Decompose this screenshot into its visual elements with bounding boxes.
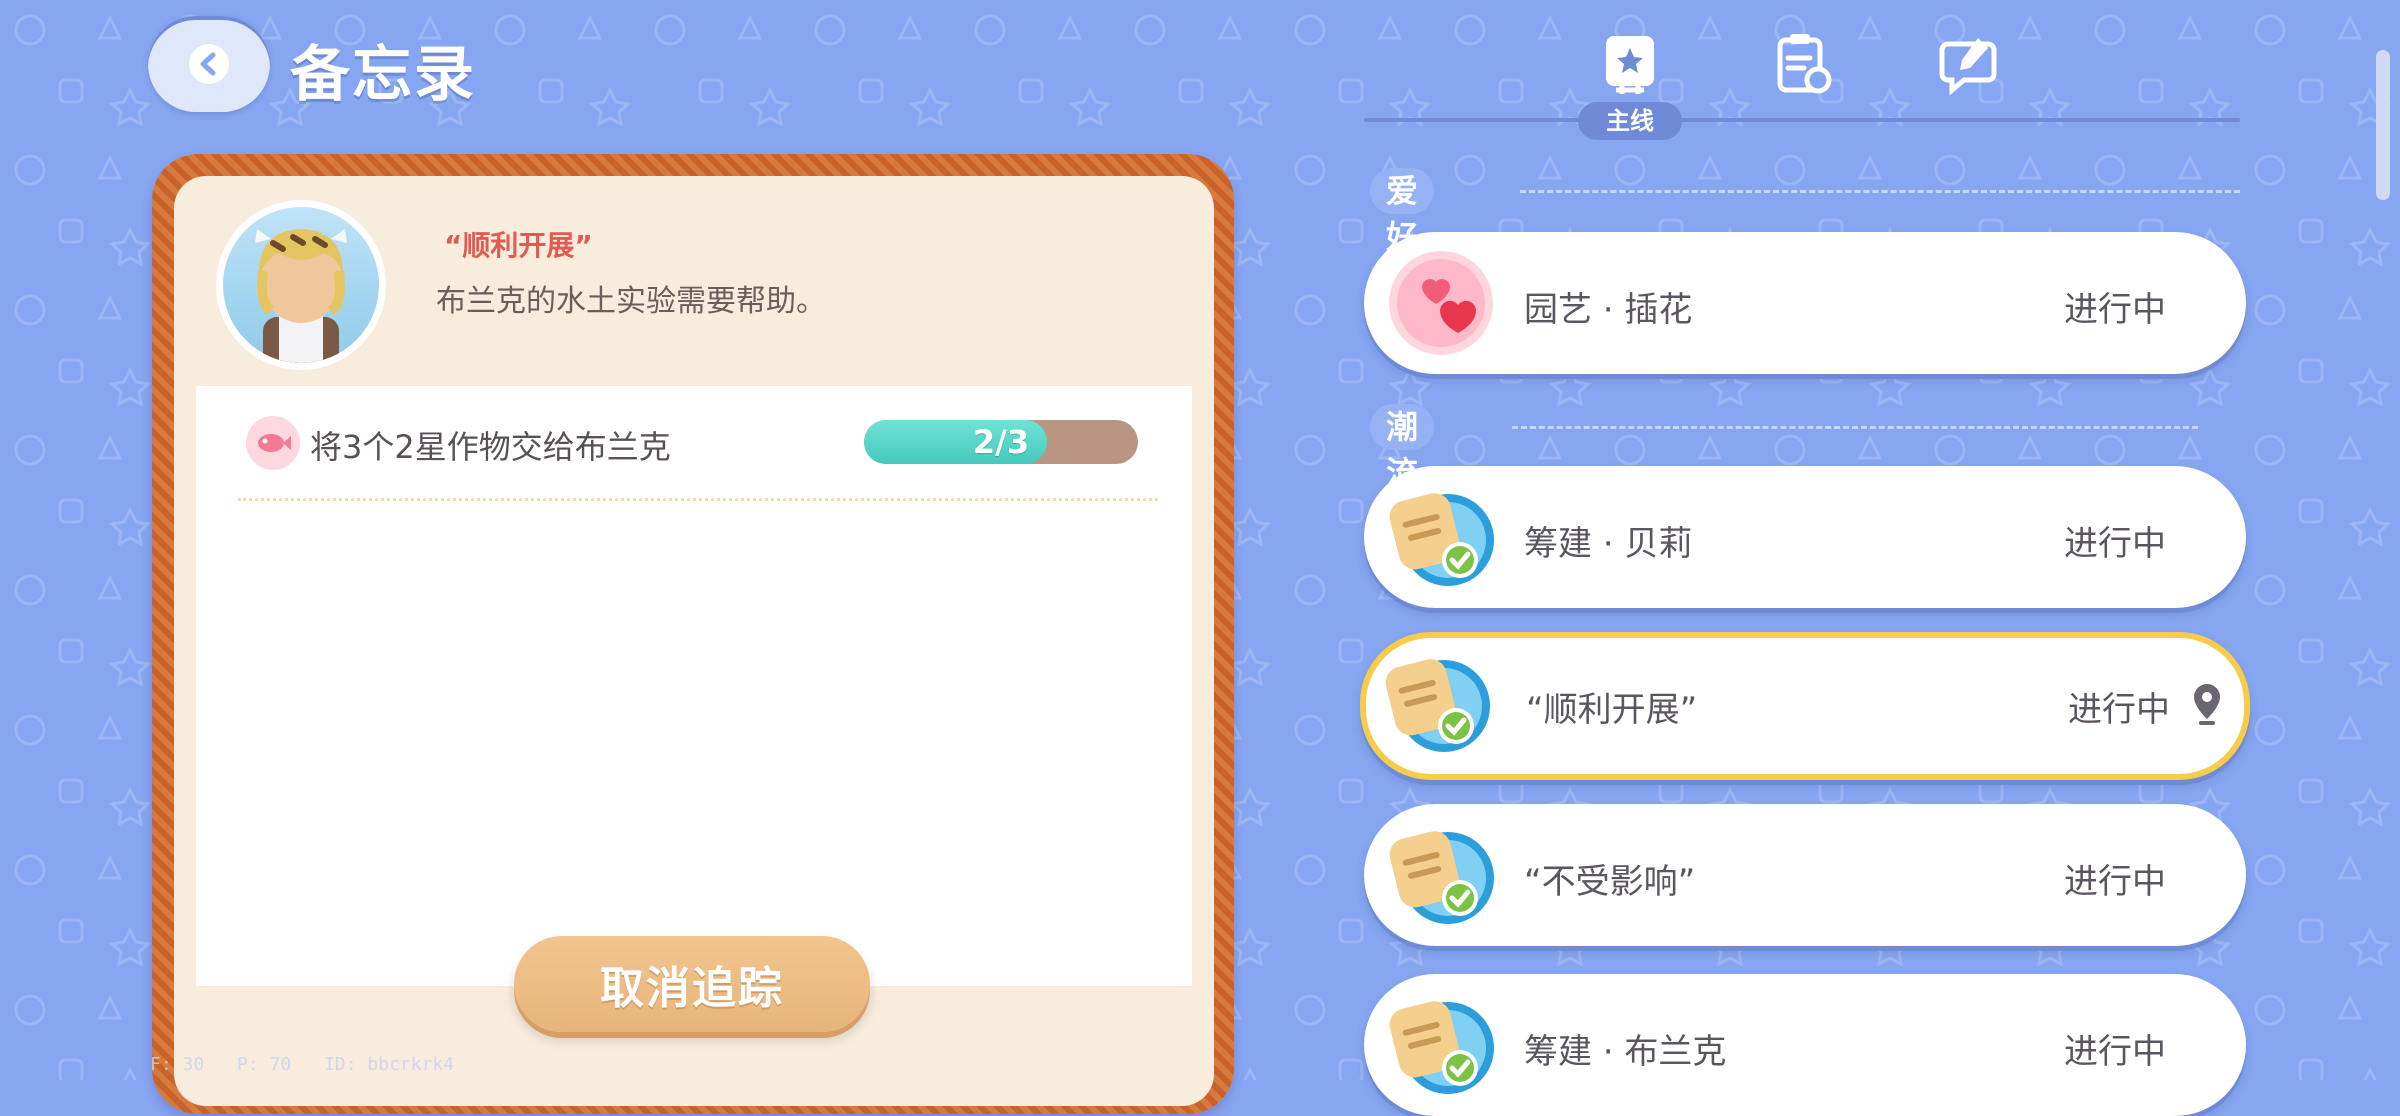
debug-id: ID: bbcrkrk4 (324, 1054, 455, 1075)
quest-card-title: “不受影响” (1524, 862, 1696, 902)
quest-card-status: 进行中 (2064, 862, 2166, 902)
quest-description: 布兰克的水土实验需要帮助。 (436, 284, 826, 319)
quest-card-title: 筹建 · 贝莉 (1524, 524, 1693, 564)
section-divider (1520, 190, 2240, 193)
tab-underline (1364, 118, 2240, 122)
quest-card-gardening[interactable]: 园艺 · 插花 进行中 (1364, 232, 2246, 374)
quest-card-title: “顺利开展” (1526, 690, 1698, 730)
tab-main[interactable] (1590, 24, 1670, 104)
memo-check-icon (1385, 659, 1490, 752)
memo-check-icon (1389, 1001, 1494, 1094)
progress-label: 2/3 (972, 423, 1030, 461)
heart-bubble-icon (1389, 251, 1493, 355)
page-title: 备忘录 (290, 40, 476, 110)
quest-task-list: 将3个2星作物交给布兰克 2/3 (196, 386, 1192, 986)
quest-card-status: 进行中 (2064, 524, 2166, 564)
task-text: 将3个2星作物交给布兰克 (310, 428, 671, 466)
section-title: 潮流季 (1370, 404, 1435, 538)
debug-ping: P: 70 (237, 1054, 292, 1075)
quest-card-build-blank[interactable]: 筹建 · 布兰克 进行中 (1364, 974, 2246, 1116)
quest-card-smooth-start[interactable]: “顺利开展” 进行中 (1360, 632, 2250, 780)
debug-info: F: 30 P: 70 ID: bbcrkrk4 (150, 1054, 476, 1075)
debug-fps: F: 30 (150, 1054, 205, 1075)
quest-card-title: 园艺 · 插花 (1524, 290, 1693, 330)
back-arrow-icon (189, 44, 229, 84)
quest-card-unaffected[interactable]: “不受影响” 进行中 (1364, 804, 2246, 946)
tab-tasks[interactable] (1762, 24, 1842, 104)
quest-card-status: 进行中 (2064, 290, 2166, 330)
fish-task-icon (246, 416, 300, 470)
memo-check-icon (1389, 493, 1494, 586)
task-divider (238, 498, 1158, 501)
section-title: 爱好引导 (1370, 168, 1435, 348)
scrollbar[interactable] (2376, 50, 2390, 200)
quest-name: “顺利开展” (444, 229, 593, 262)
quest-card-title: 筹建 · 布兰克 (1524, 1032, 1727, 1072)
book-star-icon (1606, 36, 1654, 94)
clipboard-refresh-icon (1777, 34, 1832, 94)
quest-card-status: 进行中 (2064, 1032, 2166, 1072)
back-button[interactable] (148, 16, 270, 112)
task-progress-bar: 2/3 (864, 420, 1138, 464)
quest-card-build-belly[interactable]: 筹建 · 贝莉 进行中 (1364, 466, 2246, 608)
memo-check-icon (1389, 831, 1494, 924)
cancel-tracking-button[interactable]: 取消追踪 (514, 936, 870, 1032)
npc-avatar (216, 200, 386, 370)
quest-card-status: 进行中 (2068, 690, 2170, 730)
speech-edit-icon (1939, 38, 1997, 96)
section-divider (1512, 426, 2198, 429)
location-pin-icon[interactable] (2190, 682, 2224, 726)
tab-notes[interactable] (1930, 24, 2010, 104)
tab-main-label: 主线 (1578, 102, 1682, 140)
